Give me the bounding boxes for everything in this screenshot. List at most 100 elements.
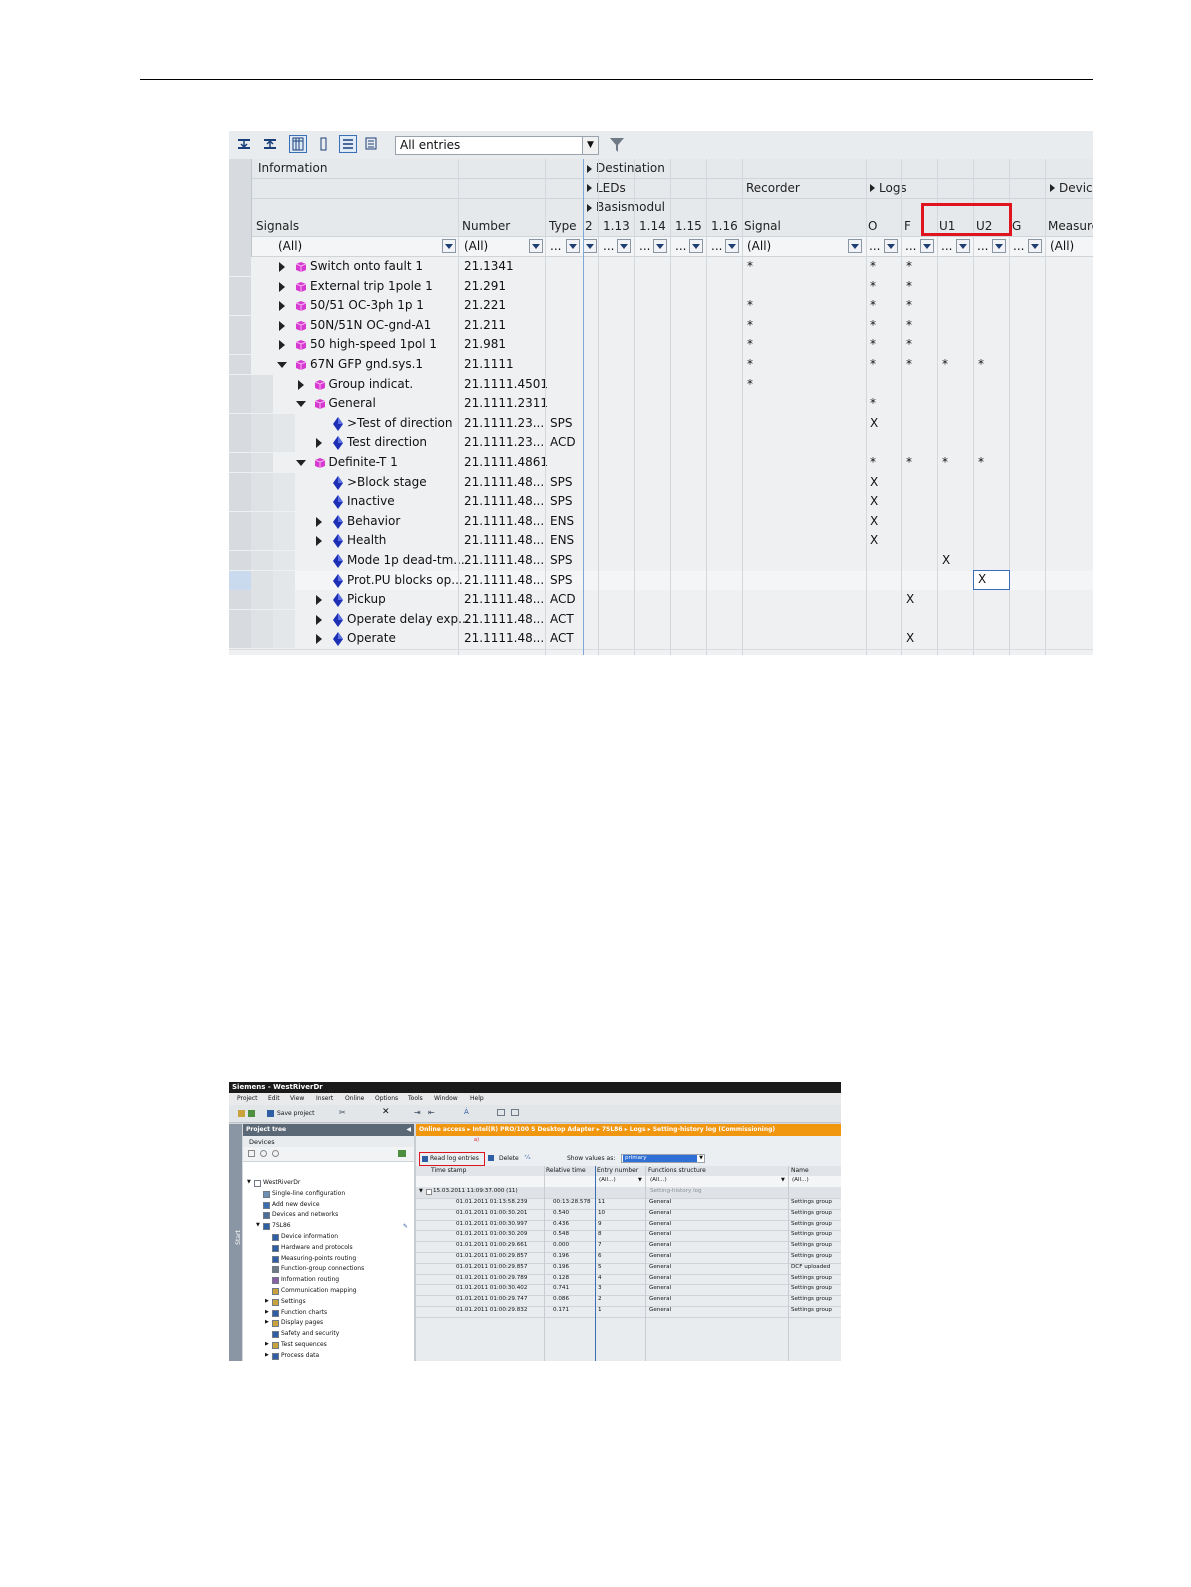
signal-row[interactable]: General 21.1111.2311 * bbox=[229, 394, 1093, 415]
tree-item[interactable]: Display pages bbox=[281, 1319, 323, 1326]
f-cell[interactable]: * bbox=[906, 298, 912, 312]
col-1-15-header[interactable]: 1.15 bbox=[675, 219, 702, 233]
name-filter[interactable]: (All...) bbox=[792, 1177, 809, 1183]
open-project-icon[interactable] bbox=[248, 1110, 255, 1117]
col-1-15-filter-dropdown[interactable] bbox=[689, 239, 703, 253]
o-cell[interactable]: X bbox=[870, 475, 878, 489]
menu-options[interactable]: Options bbox=[375, 1095, 398, 1102]
chevron-down-icon[interactable]: ▼ bbox=[419, 1188, 423, 1194]
row-selector[interactable] bbox=[229, 531, 251, 551]
col-2-header[interactable]: 2 bbox=[585, 219, 593, 233]
forward-icon[interactable] bbox=[272, 1150, 279, 1157]
row-selector[interactable] bbox=[229, 433, 251, 453]
detail-view-icon[interactable] bbox=[363, 135, 381, 153]
o-cell[interactable]: * bbox=[870, 337, 876, 351]
units-icon[interactable]: ⁺⁄ₓ bbox=[524, 1154, 531, 1161]
row-selector[interactable] bbox=[229, 590, 251, 610]
expand-icon[interactable] bbox=[316, 516, 322, 527]
signal-row[interactable]: >Test of direction 21.1111.23... SPS X bbox=[229, 413, 1093, 435]
signal-row[interactable]: External trip 1pole 1 21.291 * * bbox=[229, 276, 1093, 298]
destination-expand-icon[interactable] bbox=[587, 165, 592, 173]
signals-filter[interactable]: (All) bbox=[278, 237, 302, 256]
col-1-14-filter-dropdown[interactable] bbox=[653, 239, 667, 253]
tree-item[interactable]: Test sequences bbox=[281, 1341, 327, 1348]
number-column-header[interactable]: Number bbox=[462, 219, 510, 233]
signal-column-header[interactable]: Signal bbox=[744, 219, 781, 233]
u1-filter-dropdown[interactable] bbox=[956, 239, 970, 253]
o-cell[interactable]: X bbox=[870, 494, 878, 508]
o-column-header[interactable]: O bbox=[868, 219, 877, 233]
signal-row[interactable]: 50N/51N OC-gnd-A1 21.211 * * * bbox=[229, 315, 1093, 337]
col-1-13-header[interactable]: 1.13 bbox=[603, 219, 630, 233]
expand-icon[interactable] bbox=[279, 340, 285, 351]
signal-cell[interactable]: * bbox=[747, 337, 753, 351]
u1-cell[interactable]: * bbox=[942, 357, 948, 371]
col-1-14-header[interactable]: 1.14 bbox=[639, 219, 666, 233]
menu-project[interactable]: Project bbox=[237, 1095, 258, 1102]
o-cell[interactable]: * bbox=[870, 396, 876, 410]
col-1-13-filter-dropdown[interactable] bbox=[617, 239, 631, 253]
collapse-icon[interactable] bbox=[295, 460, 306, 466]
row-selector[interactable] bbox=[229, 570, 251, 590]
signal-row[interactable]: Switch onto fault 1 21.1341 * * * bbox=[229, 257, 1093, 278]
o-cell[interactable]: * bbox=[870, 279, 876, 293]
tree-item[interactable]: Device information bbox=[281, 1233, 338, 1240]
signal-row[interactable]: Group indicat. 21.1111.4501 * bbox=[229, 374, 1093, 396]
col-1-14-filter[interactable]: ... bbox=[639, 237, 650, 256]
row-selector[interactable] bbox=[229, 492, 251, 512]
expand-icon[interactable] bbox=[316, 536, 322, 547]
type-filter[interactable]: ... bbox=[550, 237, 561, 256]
tree-item[interactable]: Measuring-points routing bbox=[281, 1255, 356, 1262]
expand-icon[interactable] bbox=[316, 634, 322, 645]
row-selector[interactable] bbox=[229, 257, 251, 276]
signal-cell[interactable]: * bbox=[747, 357, 753, 371]
expand-icon[interactable] bbox=[316, 614, 322, 625]
delete-button[interactable]: Delete bbox=[499, 1155, 519, 1162]
u2-cell[interactable]: * bbox=[978, 357, 984, 371]
g-filter-dropdown[interactable] bbox=[1028, 239, 1042, 253]
tree-item[interactable]: Settings bbox=[281, 1298, 306, 1305]
measure-column-header[interactable]: Measure bbox=[1048, 219, 1093, 233]
col-2-filter-dropdown[interactable] bbox=[583, 239, 597, 253]
signal-row[interactable]: Health 21.1111.48... ENS X bbox=[229, 531, 1093, 552]
f-cell[interactable]: X bbox=[906, 631, 914, 645]
expand-icon[interactable]: ▶ bbox=[265, 1341, 269, 1347]
expand-icon[interactable] bbox=[316, 595, 322, 606]
collapse-icon[interactable] bbox=[277, 362, 287, 368]
menu-insert[interactable]: Insert bbox=[316, 1095, 333, 1102]
expand-icon[interactable]: ▶ bbox=[265, 1319, 269, 1325]
g-column-header[interactable]: G bbox=[1012, 219, 1021, 233]
f-cell[interactable]: * bbox=[906, 357, 912, 371]
menu-view[interactable]: View bbox=[290, 1095, 304, 1102]
compile-icon[interactable]: Ȧ bbox=[464, 1108, 469, 1116]
f-column-header[interactable]: F bbox=[904, 219, 911, 233]
row-selector[interactable] bbox=[229, 453, 251, 472]
expand-icon[interactable] bbox=[279, 281, 285, 292]
u1-cell[interactable]: * bbox=[942, 455, 948, 469]
list-view-icon[interactable] bbox=[339, 135, 357, 153]
row-selector[interactable] bbox=[229, 394, 251, 414]
row-selector[interactable] bbox=[229, 551, 251, 570]
logs-expand-icon[interactable] bbox=[870, 184, 875, 192]
menu-help[interactable]: Help bbox=[470, 1095, 484, 1102]
relative-time-header[interactable]: Relative time bbox=[546, 1166, 586, 1176]
type-column-header[interactable]: Type bbox=[549, 219, 577, 233]
measure-filter[interactable]: (All) bbox=[1050, 237, 1074, 256]
f-cell[interactable]: X bbox=[906, 592, 914, 606]
chevron-down-icon[interactable]: ▼ bbox=[582, 137, 598, 154]
collapse-panel-icon[interactable]: ◀ bbox=[406, 1124, 411, 1136]
row-selector[interactable] bbox=[229, 511, 251, 531]
devices-tab[interactable]: Devices bbox=[249, 1138, 275, 1146]
name-header[interactable]: Name bbox=[791, 1166, 809, 1176]
number-filter-dropdown[interactable] bbox=[529, 239, 543, 253]
o-cell[interactable]: * bbox=[870, 318, 876, 332]
signal-row[interactable]: Operate delay exp... 21.1111.48... ACT bbox=[229, 609, 1093, 631]
type-filter-dropdown[interactable] bbox=[566, 239, 580, 253]
expand-icon[interactable]: ▶ bbox=[265, 1352, 269, 1358]
filter-icon[interactable] bbox=[609, 137, 625, 153]
delete-icon[interactable]: ✕ bbox=[382, 1107, 390, 1117]
collapse-icon[interactable] bbox=[295, 401, 306, 408]
table-view-icon[interactable] bbox=[289, 135, 307, 153]
save-project-button[interactable]: Save project bbox=[277, 1110, 314, 1117]
start-strip[interactable]: Start bbox=[229, 1124, 242, 1361]
